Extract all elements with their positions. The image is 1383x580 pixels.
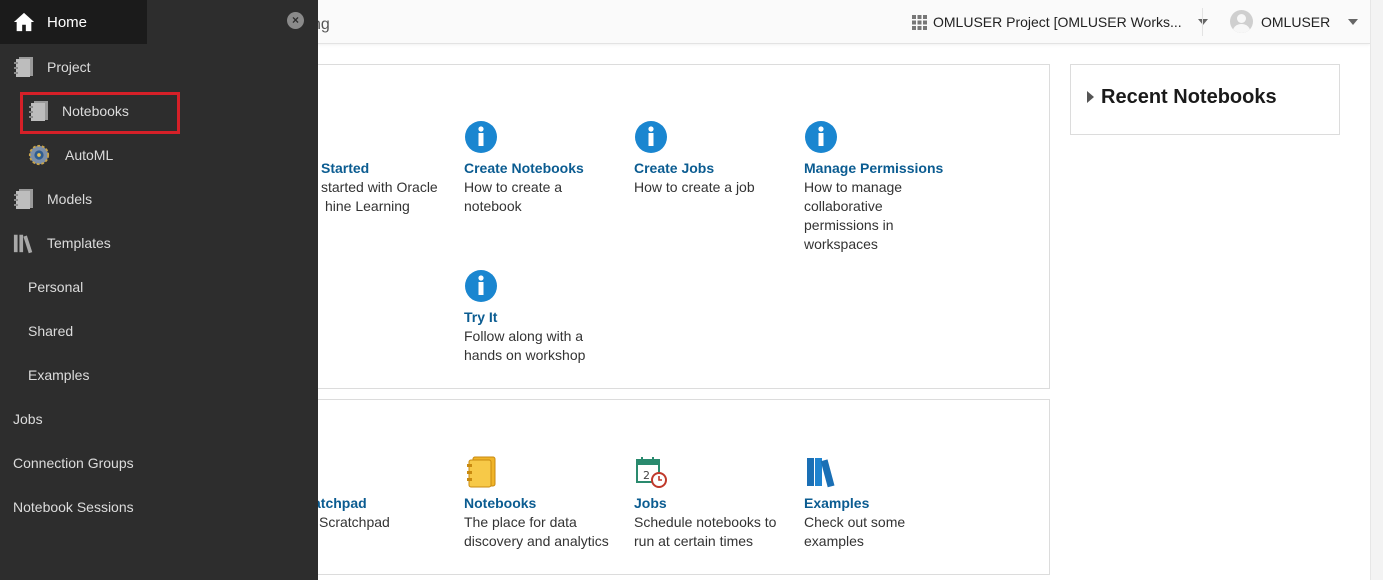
- nav-jobs[interactable]: Jobs: [0, 397, 43, 441]
- card-desc: workspaces: [804, 236, 878, 252]
- books-icon: [807, 458, 835, 488]
- recent-notebooks-panel[interactable]: Recent Notebooks: [1070, 64, 1340, 135]
- svg-text:2: 2: [643, 469, 650, 482]
- library-icon: [13, 232, 35, 254]
- learn-panel: Started started with Oracle hine Learnin…: [286, 64, 1050, 389]
- card-desc: hands on workshop: [464, 347, 586, 363]
- card-title[interactable]: Started: [321, 159, 461, 178]
- nav-label: Shared: [28, 323, 74, 339]
- notebook-icon: [467, 456, 496, 488]
- card-desc: started with Oracle: [321, 179, 438, 195]
- nav-label: AutoML: [65, 147, 114, 163]
- grid-icon: [912, 14, 927, 30]
- card-title[interactable]: Manage Permissions: [804, 159, 984, 178]
- card-title[interactable]: Examples: [804, 494, 964, 513]
- user-menu[interactable]: OMLUSER: [1230, 10, 1359, 33]
- recent-notebooks-title: Recent Notebooks: [1101, 86, 1277, 108]
- nav-shared[interactable]: Shared: [0, 309, 73, 353]
- card-create-jobs[interactable]: Create Jobs How to create a job: [634, 120, 794, 197]
- card-desc: examples: [804, 533, 864, 549]
- nav-personal[interactable]: Personal: [0, 265, 83, 309]
- card-desc: How to create a job: [634, 179, 755, 195]
- info-icon: [465, 270, 497, 302]
- card-desc: collaborative: [804, 198, 883, 214]
- card-desc: discovery and analytics: [464, 533, 609, 549]
- nav-label: Connection Groups: [13, 455, 134, 471]
- user-name: OMLUSER: [1261, 13, 1331, 30]
- highlight-annotation: [20, 92, 180, 134]
- card-title[interactable]: Try It: [464, 308, 624, 327]
- card-desc: hine Learning: [325, 198, 410, 214]
- card-desc: Follow along with a: [464, 328, 584, 344]
- card-desc: How to manage: [804, 179, 903, 195]
- info-icon: [635, 121, 667, 153]
- info-icon: [805, 121, 837, 153]
- info-icon: [465, 121, 497, 153]
- card-try-it[interactable]: Try It Follow along with a hands on work…: [464, 269, 624, 365]
- card-desc: How to create a: [464, 179, 563, 195]
- notebook-icon: [13, 188, 35, 210]
- card-scratchpad[interactable]: atchpad Scratchpad: [288, 455, 461, 532]
- home-icon: [13, 11, 35, 33]
- card-title[interactable]: atchpad: [313, 494, 461, 513]
- nav-connection-groups[interactable]: Connection Groups: [0, 441, 134, 485]
- card-desc: The place for data: [464, 514, 577, 530]
- card-manage-permissions[interactable]: Manage Permissions How to manage collabo…: [804, 120, 984, 254]
- divider: [1202, 8, 1203, 36]
- quick-actions-panel: atchpad Scratchpad Notebooks The place f…: [288, 399, 1050, 575]
- card-jobs[interactable]: 2 Jobs Schedule notebooks to run at cert…: [634, 455, 804, 551]
- card-examples[interactable]: Examples Check out some examples: [804, 455, 964, 551]
- card-desc: Check out some: [804, 514, 906, 530]
- nav-project[interactable]: Project: [0, 45, 91, 89]
- nav-templates[interactable]: Templates: [0, 221, 111, 265]
- card-create-notebooks[interactable]: Create Notebooks How to create a noteboo…: [464, 120, 624, 216]
- close-icon[interactable]: ×: [287, 12, 304, 29]
- card-desc: permissions in: [804, 217, 894, 233]
- nav-automl[interactable]: AutoML: [0, 133, 113, 177]
- automl-icon: [28, 144, 50, 166]
- expand-triangle-icon[interactable]: [1087, 91, 1094, 103]
- side-navigation: Home × Project Notebooks AutoML Models T…: [0, 0, 318, 580]
- notebook-icon: [13, 56, 35, 78]
- project-selector[interactable]: OMLUSER Project [OMLUSER Works...: [912, 14, 1208, 30]
- card-desc: Scratchpad: [319, 514, 390, 530]
- nav-label: Project: [47, 59, 91, 75]
- nav-home[interactable]: Home: [0, 0, 147, 44]
- nav-examples[interactable]: Examples: [0, 353, 89, 397]
- card-desc: notebook: [464, 198, 522, 214]
- chevron-down-icon: [1348, 18, 1359, 25]
- nav-label: Home: [47, 13, 88, 31]
- card-desc: run at certain times: [634, 533, 754, 549]
- card-title[interactable]: Jobs: [634, 494, 804, 513]
- card-title[interactable]: Notebooks: [464, 494, 634, 513]
- card-notebooks[interactable]: Notebooks The place for data discovery a…: [464, 455, 634, 551]
- nav-models[interactable]: Models: [0, 177, 92, 221]
- card-get-started[interactable]: Started started with Oracle hine Learnin…: [286, 120, 461, 216]
- project-selector-label: OMLUSER Project [OMLUSER Works...: [933, 14, 1182, 30]
- avatar: [1230, 10, 1253, 33]
- card-desc: Schedule notebooks to: [634, 514, 777, 530]
- nav-label: Examples: [28, 367, 90, 383]
- nav-notebook-sessions[interactable]: Notebook Sessions: [0, 485, 134, 529]
- scrollbar[interactable]: [1370, 0, 1383, 580]
- nav-label: Templates: [47, 235, 111, 251]
- nav-label: Personal: [28, 279, 84, 295]
- card-title[interactable]: Create Notebooks: [464, 159, 624, 178]
- nav-label: Notebook Sessions: [13, 499, 134, 515]
- nav-label: Models: [47, 191, 93, 207]
- card-title[interactable]: Create Jobs: [634, 159, 794, 178]
- nav-label: Jobs: [13, 411, 43, 427]
- calendar-clock-icon: 2: [636, 457, 667, 488]
